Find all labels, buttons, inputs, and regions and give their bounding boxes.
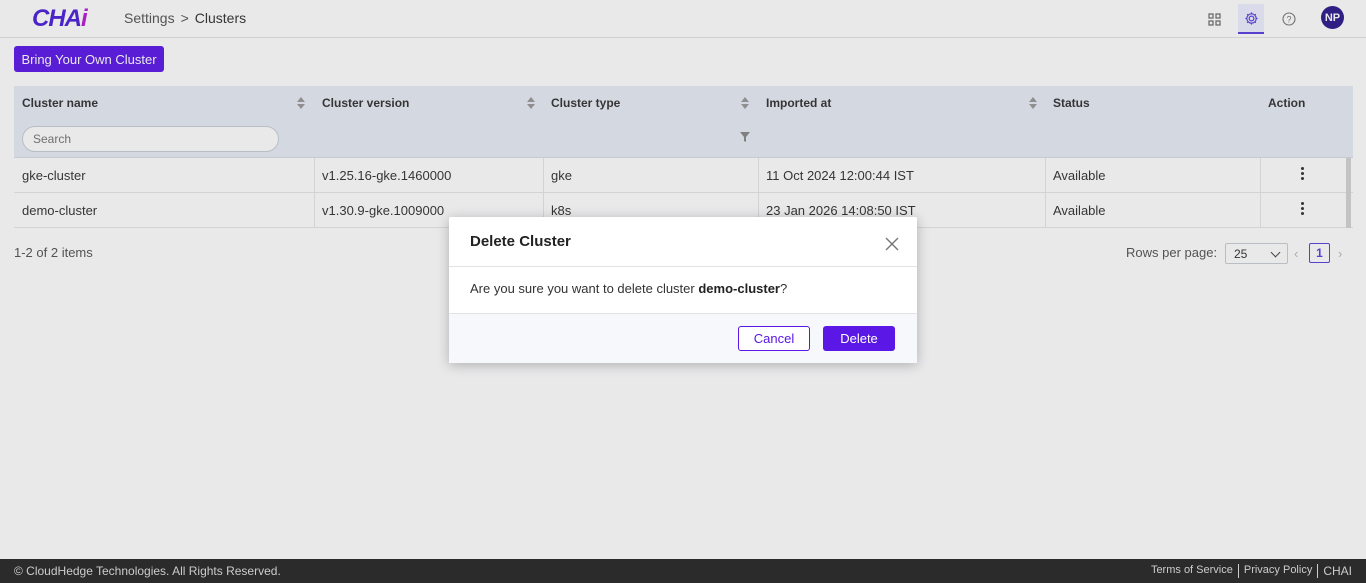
close-icon[interactable]	[885, 237, 899, 251]
dialog-title: Delete Cluster	[470, 233, 571, 250]
chai-link[interactable]: CHAI	[1318, 564, 1352, 578]
terms-of-service-link[interactable]: Terms of Service	[1146, 564, 1239, 578]
dialog-message: Are you sure you want to delete cluster …	[470, 281, 788, 296]
delete-cluster-dialog: Delete Cluster Are you sure you want to …	[449, 217, 917, 363]
dialog-cluster-name: demo-cluster	[698, 281, 780, 296]
cancel-button[interactable]: Cancel	[738, 326, 810, 351]
privacy-policy-link[interactable]: Privacy Policy	[1239, 564, 1319, 578]
app-footer: © CloudHedge Technologies. All Rights Re…	[0, 559, 1366, 583]
copyright-text: © CloudHedge Technologies. All Rights Re…	[14, 564, 281, 578]
delete-button[interactable]: Delete	[823, 326, 895, 351]
